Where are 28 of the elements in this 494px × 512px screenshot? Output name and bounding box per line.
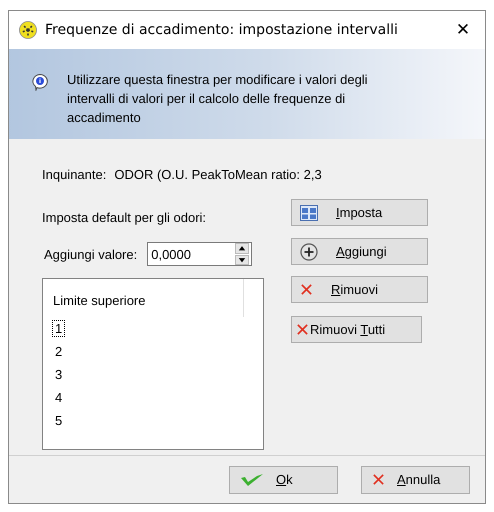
cross-icon	[372, 473, 385, 486]
action-button[interactable]: Ok	[229, 466, 338, 494]
cross-icon	[296, 323, 309, 336]
app-icon	[19, 21, 37, 39]
window-title: Frequenze di accadimento: impostazione intervalli	[45, 22, 399, 38]
action-button[interactable]: Rimuovi Tutti	[291, 316, 422, 343]
list-item[interactable]: 3	[52, 366, 66, 383]
info-icon	[31, 73, 49, 91]
pollutant-label: Inquinante:	[42, 167, 106, 184]
info-text: Utilizzare questa finestra per modificare i valori degli intervalli di valori per il calcolo delle frequenze di accadimento	[67, 71, 369, 127]
list-item[interactable]: 1	[52, 320, 66, 337]
column-header[interactable]: Limite superiore	[53, 292, 146, 308]
close-button[interactable]: ✕	[441, 11, 485, 49]
action-button[interactable]: Annulla	[361, 466, 470, 494]
value-list[interactable]: Limite superiore 1 2 3 4 5	[42, 278, 264, 450]
list-item[interactable]: 2	[52, 343, 66, 360]
check-icon	[240, 472, 264, 488]
cross-icon	[300, 283, 313, 296]
list-item[interactable]: 5	[52, 412, 66, 429]
action-button[interactable]: Rimuovi	[291, 276, 428, 303]
action-button[interactable]: Aggiungi	[291, 238, 428, 265]
plus-icon	[300, 242, 318, 260]
list-item[interactable]: 4	[52, 389, 66, 406]
action-button[interactable]: Imposta	[291, 199, 428, 226]
add-value-label: Aggiungi valore:	[44, 246, 138, 262]
pollutant-value: ODOR (O.U. PeakToMean ratio: 2,3	[114, 167, 322, 184]
grid-icon	[300, 204, 318, 220]
defaults-label: Imposta default per gli odori:	[42, 210, 206, 224]
